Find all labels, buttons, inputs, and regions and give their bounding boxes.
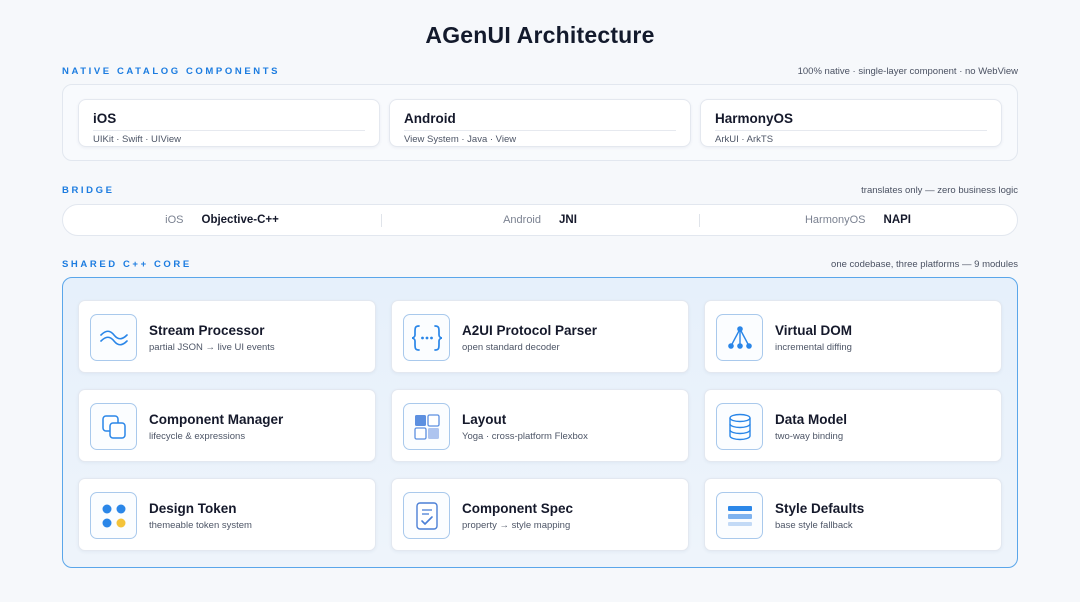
module-title: Design Token <box>149 501 237 516</box>
module-design-token: Design Token themeable token system <box>78 478 376 551</box>
layers-icon <box>716 492 763 539</box>
module-title: A2UI Protocol Parser <box>462 323 598 338</box>
module-title: Data Model <box>775 412 848 427</box>
grid-icon <box>403 403 450 450</box>
platform-name: HarmonyOS <box>715 111 794 126</box>
divider <box>404 130 676 131</box>
bridge-tech: JNI <box>559 214 577 226</box>
module-component-spec: Component Spec property → style mapping <box>391 478 689 551</box>
tree-icon <box>716 314 763 361</box>
divider <box>715 130 987 131</box>
bridge-item-ios: iOS Objective-C++ <box>63 205 381 235</box>
module-description: open standard decoder <box>462 342 560 353</box>
platform-card-android: Android View System · Java · View <box>389 99 691 147</box>
module-component-manager: Component Manager lifecycle & expression… <box>78 389 376 462</box>
platform-stack: UIKit · Swift · UIView <box>93 134 181 145</box>
bridge-platform: Android <box>503 214 541 226</box>
braces-icon <box>403 314 450 361</box>
module-title: Layout <box>462 412 507 427</box>
platform-name: iOS <box>93 111 117 126</box>
module-description: partial JSON → live UI events <box>149 342 275 353</box>
core-section-label: SHARED C++ CORE <box>62 259 192 270</box>
module-title: Virtual DOM <box>775 323 853 338</box>
module-layout: Layout Yoga · cross-platform Flexbox <box>391 389 689 462</box>
native-section-note: 100% native · single-layer component · n… <box>797 66 1018 77</box>
bridge-item-harmonyos: HarmonyOS NAPI <box>699 205 1017 235</box>
module-description: incremental diffing <box>775 342 852 353</box>
bridge-platform: HarmonyOS <box>804 214 866 226</box>
bridge-tech: NAPI <box>883 214 911 226</box>
bridge-section-label: BRIDGE <box>62 185 115 196</box>
module-a2ui-protocol-parser: A2UI Protocol Parser open standard decod… <box>391 300 689 373</box>
page-title: AGenUI Architecture <box>425 22 655 48</box>
bridge-section-note: translates only — zero business logic <box>861 185 1018 196</box>
module-stream-processor: Stream Processor partial JSON → live UI … <box>78 300 376 373</box>
color-dots-icon <box>90 492 137 539</box>
stacked-squares-icon <box>90 403 137 450</box>
platform-stack: View System · Java · View <box>404 134 517 145</box>
database-icon <box>716 403 763 450</box>
module-title: Component Manager <box>149 412 284 427</box>
spec-document-icon <box>403 492 450 539</box>
platform-stack: ArkUI · ArkTS <box>715 134 774 145</box>
module-title: Stream Processor <box>149 323 265 338</box>
wave-icon <box>90 314 137 361</box>
module-title: Component Spec <box>462 501 574 516</box>
module-description: property → style mapping <box>462 520 571 531</box>
native-components-panel: iOS UIKit · Swift · UIView Android View … <box>62 84 1018 161</box>
module-title: Style Defaults <box>775 501 865 516</box>
core-section-note: one codebase, three platforms — 9 module… <box>831 259 1018 270</box>
module-description: lifecycle & expressions <box>149 431 246 442</box>
native-section-label: NATIVE CATALOG COMPONENTS <box>62 66 281 77</box>
platform-card-harmonyos: HarmonyOS ArkUI · ArkTS <box>700 99 1002 147</box>
module-description: themeable token system <box>149 520 252 531</box>
module-description: Yoga · cross-platform Flexbox <box>462 431 588 442</box>
bridge-tech: Objective-C++ <box>201 214 279 226</box>
module-data-model: Data Model two-way binding <box>704 389 1002 462</box>
module-virtual-dom: Virtual DOM incremental diffing <box>704 300 1002 373</box>
divider <box>93 130 365 131</box>
platform-name: Android <box>404 111 456 126</box>
module-description: two-way binding <box>775 431 844 442</box>
shared-core-panel: Stream Processor partial JSON → live UI … <box>62 277 1018 568</box>
module-style-defaults: Style Defaults base style fallback <box>704 478 1002 551</box>
bridge-bar: iOS Objective-C++ Android JNI HarmonyOS … <box>62 204 1018 236</box>
bridge-platform: iOS <box>165 214 184 226</box>
bridge-item-android: Android JNI <box>381 205 699 235</box>
platform-card-ios: iOS UIKit · Swift · UIView <box>78 99 380 147</box>
module-description: base style fallback <box>775 520 853 531</box>
